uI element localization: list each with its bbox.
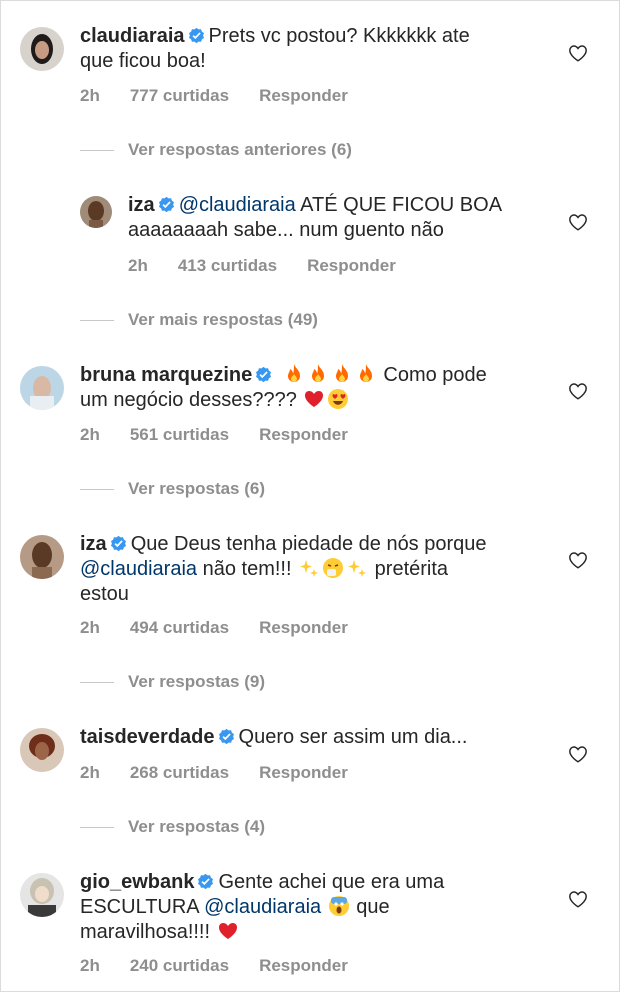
verified-badge-icon [110,535,126,552]
avatar[interactable] [20,873,64,917]
comment-meta: 2h 777 curtidas Responder [80,86,378,106]
comment-text: claudiaraia Prets vc postou? Kkkkkkk ate … [80,25,470,72]
red-heart-emoji-icon [218,923,237,939]
verified-badge-icon [158,196,174,213]
heart-outline-icon[interactable] [568,44,588,62]
fire-emoji-icon [359,364,372,382]
reply-button[interactable]: Responder [259,763,348,782]
view-replies[interactable]: Ver respostas (4) [80,817,265,837]
like-count[interactable]: 561 curtidas [130,425,229,444]
reply-button[interactable]: Responder [259,86,348,105]
timestamp: 2h [80,86,100,105]
like-count[interactable]: 777 curtidas [130,86,229,105]
username[interactable]: taisdeverdade [80,726,215,748]
comment-text: bruna marquezine Como pode um negócio de… [80,364,487,411]
verified-badge-icon [218,728,234,745]
comment-text: gio_ewbank Gente achei que era uma ESCULT… [80,871,445,943]
heart-outline-icon[interactable] [568,890,588,908]
comment-text: iza @claudiaraia ATÉ QUE FICOU BOA aaaaaa… [128,194,503,241]
avatar[interactable] [20,728,64,772]
view-previous-replies[interactable]: Ver respostas anteriores (6) [80,140,352,160]
view-more-replies[interactable]: Ver mais respostas (49) [80,310,318,330]
timestamp: 2h [80,425,100,444]
thread-line [80,827,114,829]
comment-meta: 2h 494 curtidas Responder [80,618,378,638]
avatar[interactable] [20,535,64,579]
comment-meta: 2h 561 curtidas Responder [80,425,378,445]
sneezing-face-emoji-icon [323,558,344,578]
reply-button[interactable]: Responder [259,425,348,444]
username[interactable]: gio_ewbank [80,871,194,893]
avatar[interactable] [80,196,112,228]
heart-outline-icon[interactable] [568,551,588,569]
screaming-face-emoji-icon [328,896,349,916]
red-heart-emoji-icon [305,391,324,407]
like-count[interactable]: 494 curtidas [130,618,229,637]
thread-line [80,320,114,322]
timestamp: 2h [80,618,100,637]
comment-meta: 2h 413 curtidas Responder [128,256,426,276]
verified-badge-icon [188,27,204,44]
comment-meta: 2h 268 curtidas Responder [80,763,378,783]
like-count[interactable]: 413 curtidas [178,256,277,275]
view-replies[interactable]: Ver respostas (6) [80,479,265,499]
like-count[interactable]: 268 curtidas [130,763,229,782]
sparkles-emoji-icon [348,560,367,577]
username[interactable]: iza [128,194,155,216]
fire-emoji-icon [287,364,300,382]
heart-outline-icon[interactable] [568,745,588,763]
sparkles-emoji-icon [300,560,319,577]
mention-link[interactable]: @claudiaraia [80,558,197,580]
username[interactable]: iza [80,533,107,555]
reply-button[interactable]: Responder [259,956,348,975]
view-replies[interactable]: Ver respostas (9) [80,672,265,692]
timestamp: 2h [80,956,100,975]
timestamp: 2h [128,256,148,275]
comment-meta: 2h 240 curtidas Responder [80,956,378,976]
fire-emoji-icon [311,364,324,382]
thread-line [80,682,114,684]
timestamp: 2h [80,763,100,782]
heart-eyes-emoji-icon [328,389,349,409]
comment-text: taisdeverdade Quero ser assim um dia... [80,726,468,748]
username[interactable]: bruna marquezine [80,364,252,386]
verified-badge-icon [256,366,272,383]
avatar[interactable] [20,366,64,410]
comment-text: iza Que Deus tenha piedade de nós porque … [80,533,487,605]
username[interactable]: claudiaraia [80,25,185,47]
mention-link[interactable]: @claudiaraia [204,896,321,918]
thread-line [80,150,114,152]
reply-button[interactable]: Responder [307,256,396,275]
avatar[interactable] [20,27,64,71]
fire-emoji-icon [335,364,348,382]
reply-button[interactable]: Responder [259,618,348,637]
mention-link[interactable]: @claudiaraia [179,194,296,216]
heart-outline-icon[interactable] [568,213,588,231]
like-count[interactable]: 240 curtidas [130,956,229,975]
thread-line [80,489,114,491]
heart-outline-icon[interactable] [568,382,588,400]
verified-badge-icon [198,873,214,890]
